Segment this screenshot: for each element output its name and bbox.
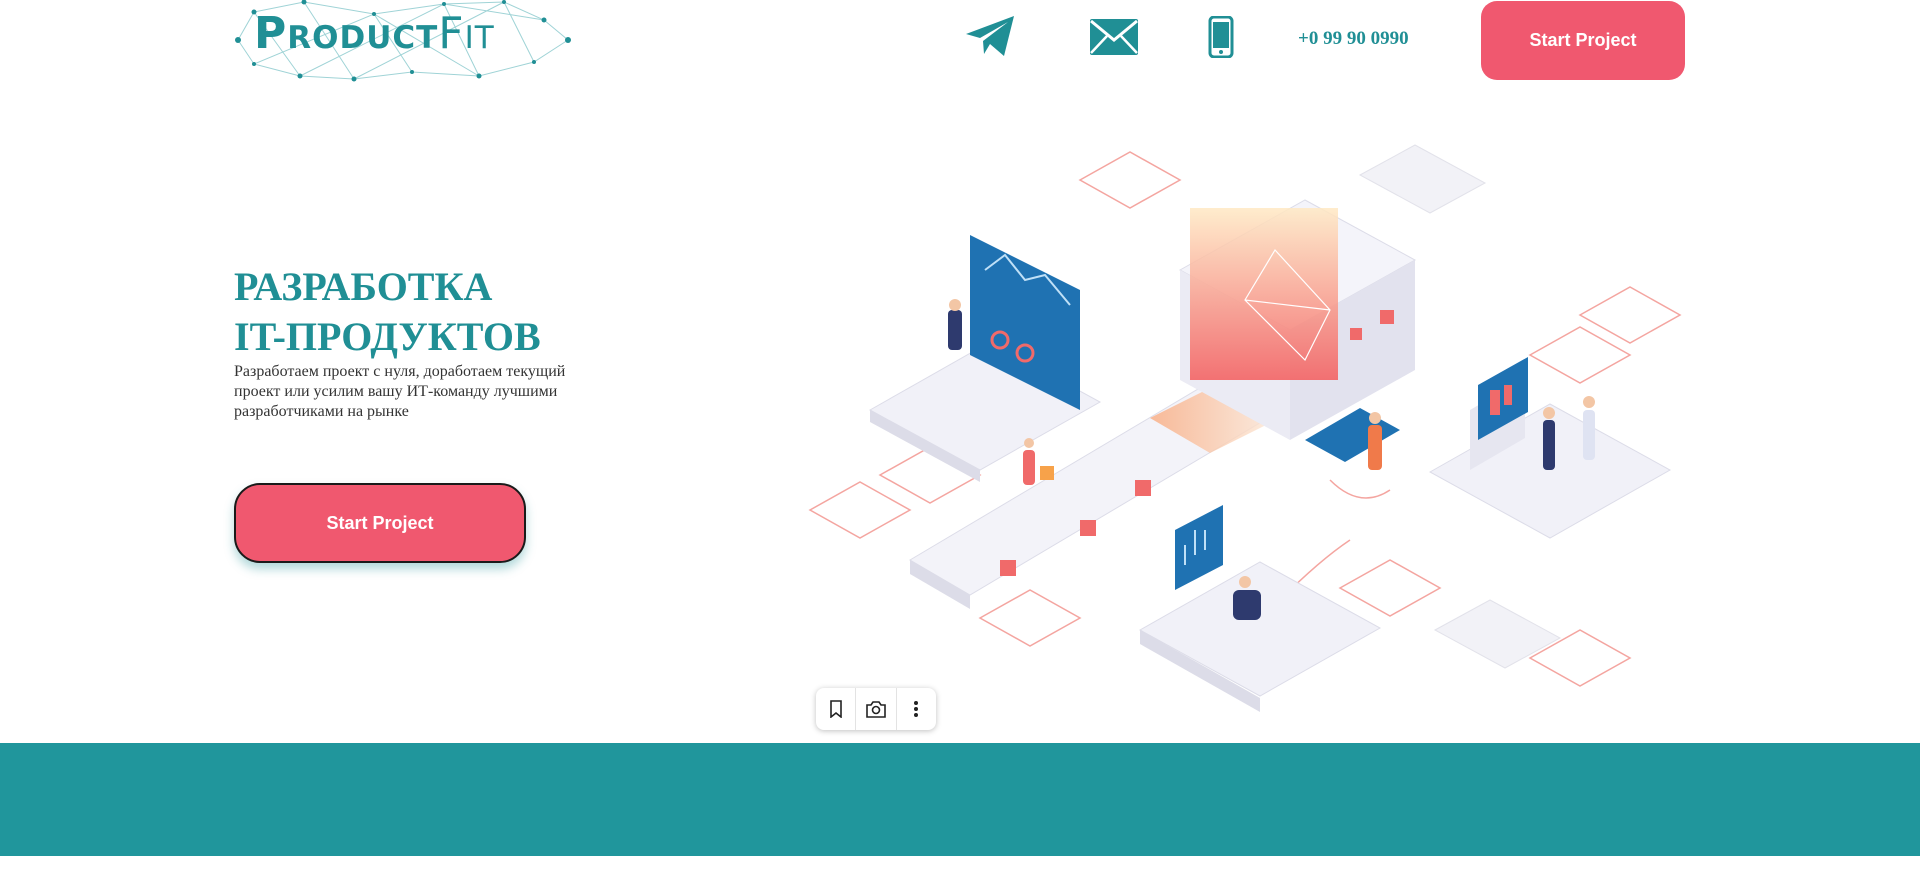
mail-icon[interactable] — [1089, 18, 1139, 61]
header-start-project-button[interactable]: Start Project — [1481, 1, 1685, 80]
logo[interactable]: ProductFit — [234, 0, 572, 82]
floating-toolbar — [816, 688, 936, 730]
hero-illustration — [790, 110, 1690, 740]
telegram-icon[interactable] — [964, 14, 1016, 63]
hero-title: Разработка IT-продуктов — [234, 262, 541, 362]
more-vertical-icon[interactable] — [897, 688, 936, 730]
hero-description: Разработаем проект с нуля, доработаем те… — [234, 363, 566, 420]
logo-text-main: Product — [254, 8, 439, 59]
hero-title-line-2: IT-продуктов — [234, 314, 541, 359]
phone-number-link[interactable]: +0 99 90 0990 — [1298, 28, 1409, 50]
phone-icon[interactable] — [1208, 15, 1234, 63]
hero-title-line-1: Разработка — [234, 264, 493, 309]
logo-text-fit: Fit — [438, 8, 495, 59]
logo-wordmark: ProductFit — [254, 8, 495, 59]
camera-search-icon[interactable] — [856, 688, 895, 730]
teal-footer-band — [0, 743, 1920, 856]
hero-start-project-button[interactable]: Start Project — [234, 483, 526, 563]
bookmark-icon[interactable] — [816, 688, 855, 730]
site-header: ProductFit +0 99 90 0990 Start Project — [0, 0, 1920, 90]
isometric-it-illustration — [808, 144, 1682, 712]
